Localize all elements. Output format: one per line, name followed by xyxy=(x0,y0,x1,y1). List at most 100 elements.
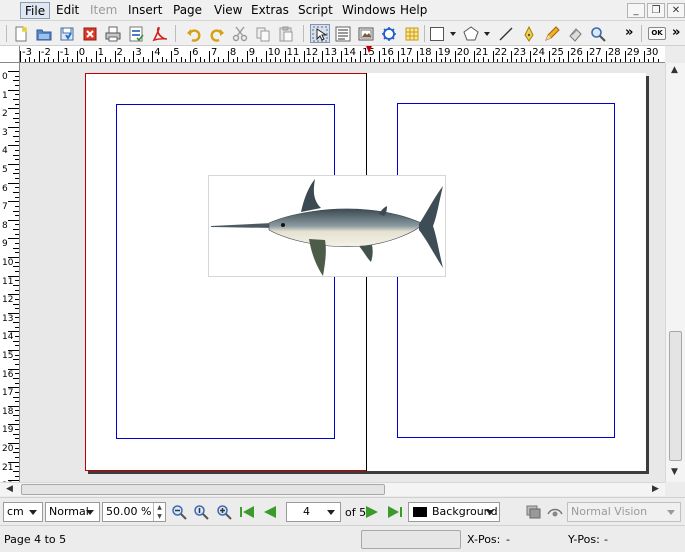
mode-select[interactable]: Normal xyxy=(45,502,100,522)
horizontal-ruler[interactable]: -3 -2 -1 0 1 2 3 4 5 6 7 8 9 10 11 12 13 14 15 16 17 18 19 20 21… xyxy=(20,46,665,63)
image-frame-icon[interactable] xyxy=(356,24,376,43)
ruler-tick xyxy=(341,51,343,62)
ruler-minor-tick xyxy=(13,266,19,268)
ruler-label: 13 xyxy=(324,47,338,58)
first-page-icon[interactable] xyxy=(238,503,256,521)
menu-item[interactable]: Item xyxy=(86,2,121,19)
zoom-out-icon[interactable] xyxy=(170,503,188,521)
table-icon[interactable] xyxy=(402,24,422,43)
ruler-tick xyxy=(322,51,324,62)
ruler-tick xyxy=(95,51,97,62)
preflight-check-icon[interactable] xyxy=(126,24,146,43)
ruler-tick xyxy=(8,108,19,110)
horizontal-scroll-thumb[interactable] xyxy=(21,484,385,495)
ruler-label: 21 xyxy=(2,462,14,473)
menu-insert[interactable]: Insert xyxy=(124,2,166,19)
toolbar-overflow-button-2[interactable]: » xyxy=(672,25,680,40)
vertical-ruler[interactable]: 012345678910111213141516171819202122 xyxy=(0,63,20,482)
shape-icon[interactable] xyxy=(427,24,447,43)
select-pointer-icon[interactable] xyxy=(310,24,330,43)
ruler-tick xyxy=(8,145,19,147)
menu-edit[interactable]: Edit xyxy=(52,2,83,19)
page-select[interactable]: 4 xyxy=(286,502,341,522)
menu-view[interactable]: View xyxy=(210,2,246,19)
ruler-tick xyxy=(20,51,21,62)
menu-extras[interactable]: Extras xyxy=(247,2,293,19)
ruler-label: 25 xyxy=(551,47,564,58)
print-icon[interactable] xyxy=(103,24,123,43)
horizontal-scrollbar[interactable]: ◀ ▶ xyxy=(0,482,665,496)
ruler-minor-tick xyxy=(13,98,19,100)
ruler-label: 27 xyxy=(589,47,602,58)
bezier-pen-icon[interactable] xyxy=(519,24,539,43)
eye-visibility-icon[interactable] xyxy=(546,503,564,521)
ruler-label: 10 xyxy=(267,47,281,58)
save-icon[interactable] xyxy=(57,24,77,43)
zoom-100-icon[interactable] xyxy=(192,503,210,521)
close-button[interactable]: ✕ xyxy=(667,3,685,18)
ruler-label: 14 xyxy=(343,47,357,58)
scroll-left-arrow-icon[interactable]: ◀ xyxy=(6,484,13,494)
zoom-in-icon[interactable] xyxy=(215,503,233,521)
ruler-label: -3 xyxy=(22,47,32,58)
image-frame-swordfish[interactable] xyxy=(208,175,446,277)
unit-select[interactable]: cm xyxy=(3,502,43,522)
previous-page-icon[interactable] xyxy=(261,503,279,521)
ruler-tick xyxy=(511,51,513,62)
polygon-icon[interactable] xyxy=(461,24,481,43)
menu-help[interactable]: Help xyxy=(396,2,431,19)
zoom-input[interactable]: 50.00 % ▲ ▼ xyxy=(102,502,166,522)
shape-dropdown-icon[interactable] xyxy=(450,32,456,36)
last-page-icon[interactable] xyxy=(386,503,404,521)
vertical-scroll-thumb[interactable] xyxy=(669,331,682,461)
open-folder-icon[interactable] xyxy=(34,24,54,43)
paste-icon[interactable] xyxy=(276,24,296,43)
ruler-minor-tick xyxy=(13,210,19,212)
menu-script[interactable]: Script xyxy=(294,2,337,19)
layer-select[interactable]: Background xyxy=(408,502,500,522)
polygon-dropdown-icon[interactable] xyxy=(484,32,490,36)
menu-file[interactable]: File xyxy=(20,2,51,19)
text-frame-icon[interactable] xyxy=(333,24,353,43)
new-document-icon[interactable] xyxy=(11,24,31,43)
ruler-label: 4 xyxy=(2,146,8,157)
copy-icon[interactable] xyxy=(253,24,273,43)
ruler-label: 20 xyxy=(456,47,470,58)
minimize-button[interactable]: _ xyxy=(627,3,645,18)
undo-icon[interactable] xyxy=(184,24,204,43)
scroll-up-arrow-icon[interactable]: ▲ xyxy=(671,65,678,75)
render-frame-icon[interactable] xyxy=(379,24,399,43)
toolbar-overflow-button[interactable]: » xyxy=(625,25,633,40)
scroll-down-arrow-icon[interactable]: ▼ xyxy=(671,467,678,477)
ruler-corner xyxy=(0,46,20,63)
cut-icon[interactable] xyxy=(230,24,250,43)
vertical-scrollbar[interactable]: ▲ ▼ xyxy=(665,63,685,482)
vision-select[interactable]: Normal Vision xyxy=(567,502,681,522)
freehand-pencil-icon[interactable] xyxy=(542,24,562,43)
menu-bar: File Edit Item Insert Page View Extras S… xyxy=(0,0,685,21)
toolbar-separator xyxy=(303,25,304,42)
close-document-icon[interactable] xyxy=(80,24,100,43)
ruler-tick xyxy=(265,51,267,62)
line-icon[interactable] xyxy=(496,24,516,43)
ruler-label: 8 xyxy=(229,47,237,58)
rotate-icon[interactable] xyxy=(565,24,585,43)
layer-color-swatch xyxy=(413,507,427,517)
menu-windows[interactable]: Windows xyxy=(338,2,400,19)
ruler-tick xyxy=(473,51,475,62)
zoom-spinner-icon[interactable]: ▲ ▼ xyxy=(153,503,165,521)
restore-button[interactable]: ❐ xyxy=(647,3,665,18)
scroll-right-arrow-icon[interactable]: ▶ xyxy=(652,484,659,494)
ruler-tick xyxy=(8,238,19,240)
next-page-icon[interactable] xyxy=(363,503,381,521)
zoom-magnifier-icon[interactable] xyxy=(588,24,608,43)
export-pdf-icon[interactable] xyxy=(149,24,169,43)
ruler-label: 0 xyxy=(78,47,86,58)
menu-page[interactable]: Page xyxy=(169,2,206,19)
preview-mode-icon[interactable] xyxy=(524,503,542,521)
ruler-label: -2 xyxy=(40,47,51,58)
document-canvas[interactable] xyxy=(20,63,665,482)
redo-icon[interactable] xyxy=(207,24,227,43)
ok-button[interactable]: OK xyxy=(648,27,666,40)
ruler-label: 29 xyxy=(626,47,640,58)
